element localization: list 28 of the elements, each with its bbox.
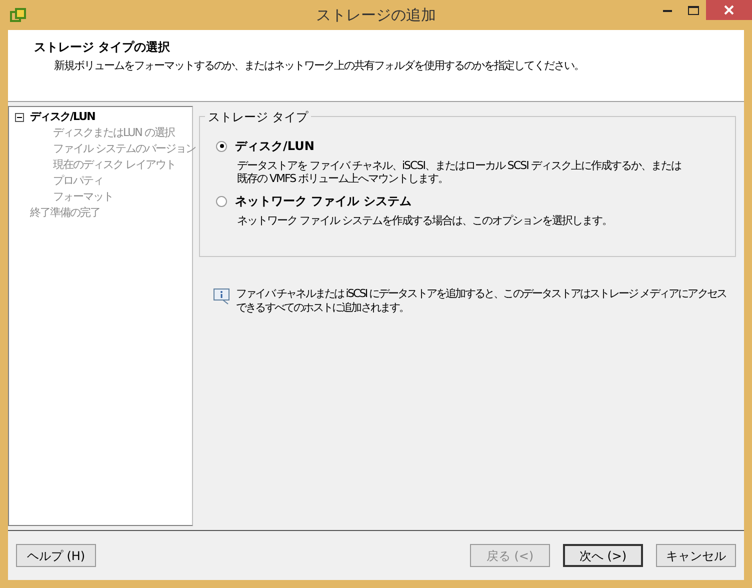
info-icon xyxy=(213,288,230,305)
radio-option[interactable]: ネットワーク ファイル システム xyxy=(216,192,719,210)
group-legend: ストレージ タイプ xyxy=(205,108,311,126)
step-item: フォーマット xyxy=(53,188,113,205)
option-description: データストアを ファイバ チャネル、iSCSI、またはローカル SCSI ディスク上に作成するか、または 既存の VMFS ボリューム上へマウントします。 xyxy=(236,159,682,185)
radio-option[interactable]: ディスク/LUN xyxy=(216,137,719,155)
info-text: ファイバ チャネルまたは iSCSI にデータストアを追加すると、このデータストアはストレージ メディアにアクセス できるすべてのホストに追加されます。 xyxy=(236,287,726,315)
minimize-icon xyxy=(662,8,672,12)
step-item: プロパティ xyxy=(53,172,103,189)
step-item: ディスクまたはLUN の選択 xyxy=(53,124,174,141)
step-item: ディスク/LUN xyxy=(30,108,95,125)
step-item: 終了準備の完了 xyxy=(30,204,100,221)
radio-button[interactable] xyxy=(216,140,227,152)
maximize-icon xyxy=(688,6,698,14)
step-item: 現在のディスク レイアウト xyxy=(53,156,176,173)
option-description: ネットワーク ファイル システムを作成する場合は、このオプションを選択します。 xyxy=(236,214,613,227)
close-icon xyxy=(724,5,734,15)
app-icon xyxy=(10,7,26,23)
collapse-icon[interactable] xyxy=(15,112,24,122)
step-item: ファイル システムのバージョン xyxy=(53,140,196,157)
dialog-button[interactable]: ヘルプ (H) xyxy=(16,544,96,567)
radio-button[interactable] xyxy=(216,196,227,206)
header-title: ストレージ タイプの選択 xyxy=(34,39,172,56)
dialog-button[interactable]: キャンセル xyxy=(656,544,736,567)
dialog-button[interactable]: 次へ (>) xyxy=(563,544,643,567)
header-subtitle: 新規ボリュームをフォーマットするのか、またはネットワーク上の共有フォルダを使用するのかを指定してください。 xyxy=(53,58,585,74)
close-button[interactable] xyxy=(706,0,752,20)
window-title: ストレージの追加 xyxy=(316,4,436,26)
